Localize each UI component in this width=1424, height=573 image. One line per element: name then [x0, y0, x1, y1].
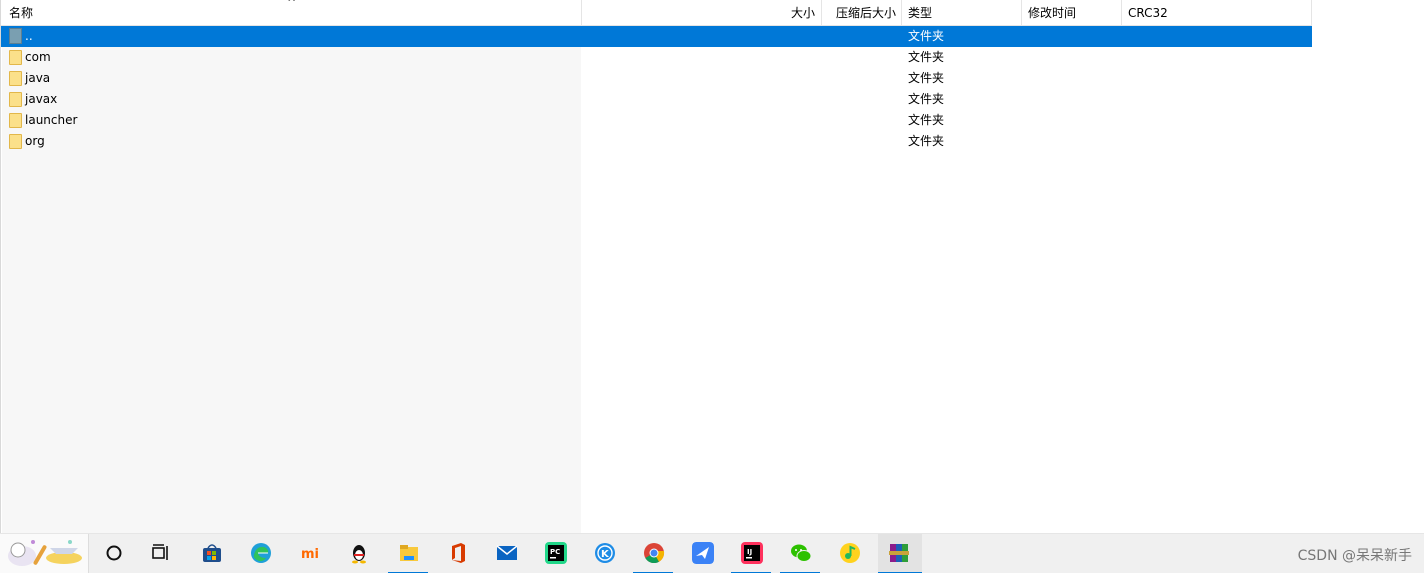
chrome-icon	[644, 543, 665, 564]
table-row[interactable]: javax 文件夹	[1, 89, 1312, 110]
header-empty-area	[1312, 0, 1424, 26]
task-view-button[interactable]	[140, 534, 180, 573]
feishu-button[interactable]	[682, 534, 722, 573]
chrome-button[interactable]	[633, 534, 673, 573]
file-list: 名称 ^ 大小 压缩后大小 类型 修改时间 CRC32 .. 文件夹 com 文…	[0, 0, 1424, 533]
wechat-button[interactable]	[780, 534, 820, 573]
kugou-icon: K	[595, 543, 615, 563]
svg-text:IJ: IJ	[747, 548, 752, 556]
office-icon	[452, 543, 465, 563]
row-type: 文件夹	[908, 113, 945, 127]
wechat-icon	[791, 544, 812, 562]
svg-text:mi: mi	[301, 547, 319, 562]
column-name-label: 名称	[9, 6, 34, 20]
qqmusic-icon	[840, 543, 860, 563]
column-header-size[interactable]: 大小	[582, 0, 822, 26]
qq-button[interactable]	[338, 534, 378, 573]
intellij-button[interactable]: IJ	[731, 534, 771, 573]
row-type: 文件夹	[908, 71, 945, 85]
winrar-icon	[889, 544, 909, 562]
intellij-icon: IJ	[741, 542, 763, 564]
folder-icon	[9, 113, 22, 128]
cortana-button[interactable]	[93, 534, 133, 573]
svg-text:PC: PC	[550, 548, 560, 556]
winrar-window: 名称 ^ 大小 压缩后大小 类型 修改时间 CRC32 .. 文件夹 com 文…	[0, 0, 1424, 573]
qq-icon	[352, 545, 366, 564]
column-header: 名称 ^ 大小 压缩后大小 类型 修改时间 CRC32	[1, 0, 1312, 26]
column-packed-label: 压缩后大小	[835, 6, 896, 20]
row-name: javax	[25, 92, 58, 106]
column-size-label: 大小	[790, 6, 815, 20]
column-crc-label: CRC32	[1128, 6, 1168, 20]
folder-icon	[9, 134, 22, 149]
table-row[interactable]: org 文件夹	[1, 131, 1312, 152]
kugou-button[interactable]: K	[584, 534, 624, 573]
store-icon	[203, 544, 221, 562]
mi-button[interactable]: mi	[289, 534, 329, 573]
column-header-packed[interactable]: 压缩后大小	[822, 0, 902, 26]
row-type: 文件夹	[908, 50, 945, 64]
mail-button[interactable]	[486, 534, 526, 573]
taskbar: mi PC K IJ CSDN @呆呆新手	[0, 533, 1424, 573]
row-name: launcher	[25, 113, 78, 127]
column-modified-label: 修改时间	[1028, 6, 1077, 20]
row-type: 文件夹	[908, 92, 945, 106]
file-rows: .. 文件夹 com 文件夹 java 文件夹 javax 文件夹 launch…	[1, 26, 1312, 152]
table-row[interactable]: .. 文件夹	[1, 26, 1312, 47]
start-button[interactable]	[0, 534, 89, 573]
row-name: java	[25, 71, 51, 85]
column-type-label: 类型	[908, 6, 933, 20]
table-row[interactable]: launcher 文件夹	[1, 110, 1312, 131]
row-name: ..	[25, 29, 33, 43]
row-type: 文件夹	[908, 134, 945, 148]
column-header-crc[interactable]: CRC32	[1122, 0, 1312, 26]
parent-folder-icon	[9, 28, 22, 44]
cortana-icon	[106, 545, 122, 561]
folder-icon	[9, 71, 22, 86]
row-name: org	[25, 134, 45, 148]
svg-text:K: K	[601, 549, 610, 560]
sort-ascending-icon: ^	[287, 0, 297, 9]
table-row[interactable]: com 文件夹	[1, 47, 1312, 68]
edge-icon	[251, 543, 271, 563]
folder-icon	[9, 50, 22, 65]
row-name: com	[25, 50, 51, 64]
edge-button[interactable]	[240, 534, 280, 573]
watermark: CSDN @呆呆新手	[1297, 548, 1412, 564]
feishu-icon	[692, 542, 714, 564]
pycharm-button[interactable]: PC	[535, 534, 575, 573]
qqmusic-button[interactable]	[829, 534, 869, 573]
winrar-button[interactable]	[878, 534, 922, 573]
task-view-icon	[152, 544, 168, 560]
row-type: 文件夹	[908, 29, 945, 43]
column-header-type[interactable]: 类型	[902, 0, 1022, 26]
store-button[interactable]	[191, 534, 231, 573]
office-button[interactable]	[437, 534, 477, 573]
file-explorer-button[interactable]	[388, 534, 428, 573]
mail-icon	[496, 545, 518, 560]
pycharm-icon: PC	[545, 542, 567, 564]
column-header-modified[interactable]: 修改时间	[1022, 0, 1122, 26]
folder-icon	[9, 92, 22, 107]
file-explorer-icon	[400, 545, 418, 561]
mi-icon: mi	[301, 547, 319, 562]
table-row[interactable]: java 文件夹	[1, 68, 1312, 89]
anime-start-icon	[8, 540, 82, 566]
